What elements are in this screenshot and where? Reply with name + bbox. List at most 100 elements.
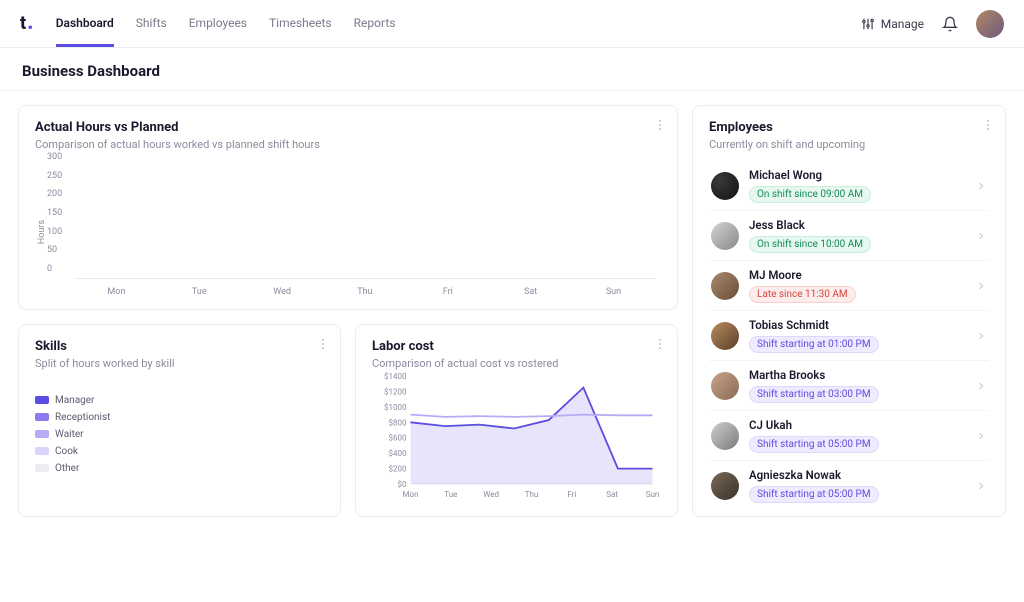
employee-avatar [711,272,739,300]
x-label: Thu [333,287,397,297]
skills-donut-chart [124,384,224,484]
bottom-row: Skills Split of hours worked by skill Ma… [18,324,678,517]
legend-swatch [35,430,49,438]
legend-swatch [35,464,49,472]
employee-avatar [711,322,739,350]
bell-icon[interactable] [942,16,958,32]
legend-label: Cook [55,446,78,457]
legend-item: Manager [35,395,110,406]
y-tick: 150 [47,208,62,218]
skills-body: Manager Receptionist Waiter Cook Other [35,384,324,484]
y-tick: $200 [389,465,407,474]
x-label: Tue [167,287,231,297]
manage-label: Manage [881,17,924,31]
tab-timesheets[interactable]: Timesheets [269,0,332,47]
hours-card: Actual Hours vs Planned Comparison of ac… [18,105,678,310]
main-grid: Actual Hours vs Planned Comparison of ac… [0,91,1024,517]
legend-label: Manager [55,395,94,406]
page-title: Business Dashboard [22,62,1002,80]
employees-card-title: Employees [709,120,989,135]
status-badge: On shift since 10:00 AM [749,236,871,253]
sliders-icon [861,17,875,31]
x-label: Mon [403,490,419,499]
x-label: Fri [416,287,480,297]
employee-row[interactable]: Jess BlackOn shift since 10:00 AM [709,210,989,260]
employee-name: CJ Ukah [749,418,965,432]
employee-row[interactable]: Michael WongOn shift since 09:00 AM [709,161,989,210]
hours-chart-area: 050100150200250300 MonTueWedThuFriSatSun [47,167,661,297]
legend-label: Receptionist [55,412,110,423]
skills-legend: Manager Receptionist Waiter Cook Other [35,389,110,480]
x-label: Tue [444,490,457,499]
legend-item: Cook [35,446,110,457]
employee-row[interactable]: Agnieszka Nowak Shift starting at 05:00 P… [709,460,989,510]
employee-name: Agnieszka Nowak [749,468,965,482]
hours-x-labels: MonTueWedThuFriSatSun [75,287,655,297]
employee-avatar [711,422,739,450]
employee-avatar [711,222,739,250]
more-icon[interactable] [316,337,330,351]
tab-employees[interactable]: Employees [189,0,247,47]
y-tick: 100 [47,227,62,237]
employee-row[interactable]: MJ MooreLate since 11:30 AM [709,260,989,310]
employee-name: MJ Moore [749,268,965,282]
employees-card: Employees Currently on shift and upcomin… [692,105,1006,517]
hours-bar-chart: Hours 050100150200250300 MonTueWedThuFri… [35,167,661,297]
tab-reports[interactable]: Reports [354,0,396,47]
employee-row[interactable]: CJ UkahShift starting at 05:00 PM [709,410,989,460]
logo: t. [20,13,34,34]
logo-letter: t [20,13,26,34]
logo-dot-icon: . [27,18,34,28]
hours-plot [75,167,655,279]
employee-info: CJ UkahShift starting at 05:00 PM [749,418,965,453]
y-tick: $800 [389,418,407,427]
y-tick: $600 [389,434,407,443]
x-label: Thu [525,490,539,499]
y-tick: $1200 [384,387,407,396]
labor-rostered-line [411,415,653,417]
skills-card-title: Skills [35,339,324,354]
employee-avatar [711,372,739,400]
employees-card-subtitle: Currently on shift and upcoming [709,138,989,151]
labor-card-title: Labor cost [372,339,661,354]
y-tick: 300 [47,152,62,162]
legend-swatch [35,413,49,421]
employee-row[interactable]: Tobias SchmidtShift starting at 01:00 PM [709,310,989,360]
hours-y-ticks: 050100150200250300 [47,167,73,279]
nav-right: Manage [861,10,1004,38]
chevron-right-icon [975,280,987,292]
hours-bar-groups [75,167,655,278]
employee-name: Martha Brooks [749,368,965,382]
legend-label: Other [55,463,79,474]
status-badge: Shift starting at 03:00 PM [749,386,879,403]
legend-label: Waiter [55,429,84,440]
manage-button[interactable]: Manage [861,17,924,31]
labor-card: Labor cost Comparison of actual cost vs … [355,324,678,517]
employee-avatar [711,472,739,500]
employee-info: Michael WongOn shift since 09:00 AM [749,168,965,203]
status-badge: Shift starting at 05:00 PM [749,486,879,503]
more-icon[interactable] [653,337,667,351]
left-column: Actual Hours vs Planned Comparison of ac… [18,105,678,517]
employee-info: Martha Brooks Shift starting at 03:00 PM [749,368,965,403]
labor-card-subtitle: Comparison of actual cost vs rostered [372,357,661,370]
tab-shifts[interactable]: Shifts [136,0,167,47]
top-nav: t. Dashboard Shifts Employees Timesheets… [0,0,1024,48]
tab-dashboard[interactable]: Dashboard [56,0,114,47]
y-tick: $0 [398,480,407,489]
user-avatar[interactable] [976,10,1004,38]
y-tick: 0 [47,264,52,274]
legend-item: Receptionist [35,412,110,423]
hours-card-title: Actual Hours vs Planned [35,120,661,135]
y-tick: $1400 [384,372,407,381]
chevron-right-icon [975,180,987,192]
more-icon[interactable] [653,118,667,132]
skills-card-subtitle: Split of hours worked by skill [35,357,324,370]
chevron-right-icon [975,480,987,492]
employee-info: MJ MooreLate since 11:30 AM [749,268,965,303]
employee-info: Agnieszka Nowak Shift starting at 05:00 P… [749,468,965,503]
employee-name: Tobias Schmidt [749,318,965,332]
employee-row[interactable]: Martha Brooks Shift starting at 03:00 PM [709,360,989,410]
status-badge: On shift since 09:00 AM [749,186,871,203]
more-icon[interactable] [981,118,995,132]
